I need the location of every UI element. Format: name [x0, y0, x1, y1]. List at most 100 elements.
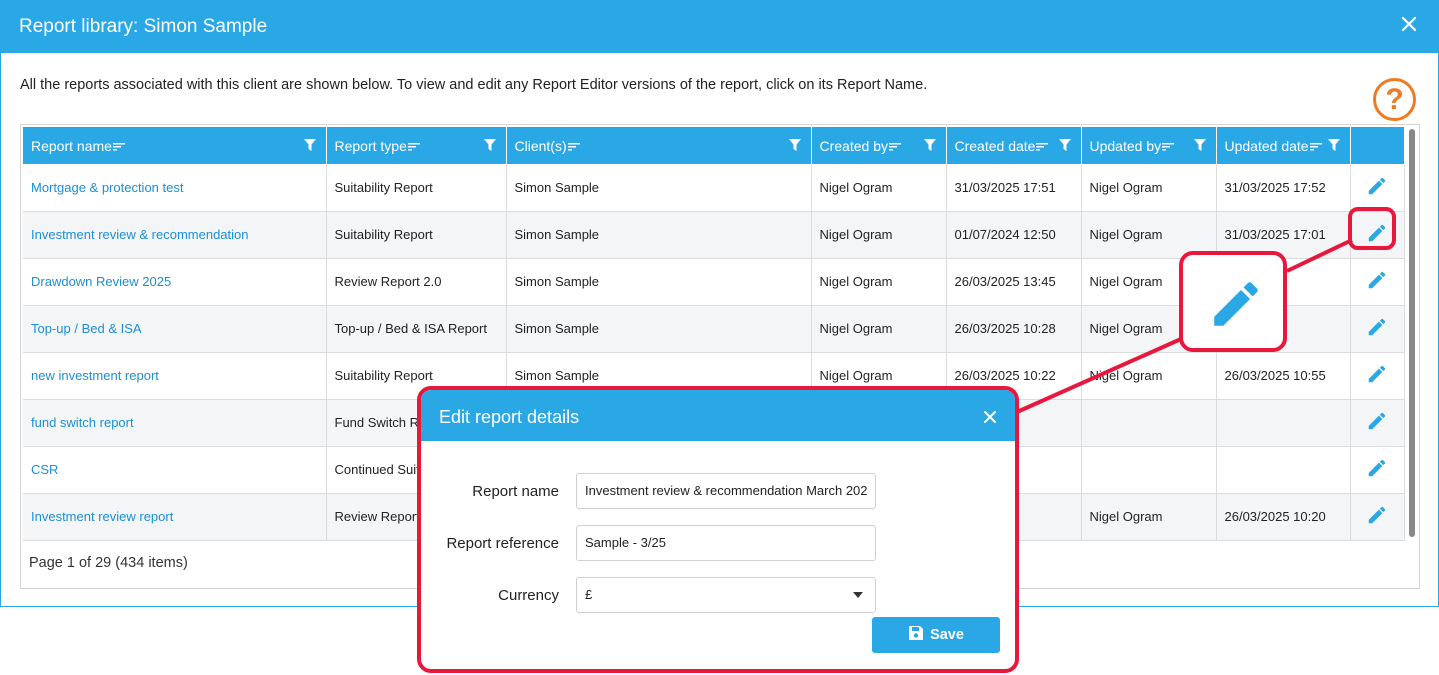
filter-icon[interactable]: [1193, 139, 1206, 152]
column-header-report-name[interactable]: Report name: [23, 127, 327, 164]
report-name-link[interactable]: Drawdown Review 2025: [23, 258, 327, 306]
report-name-link[interactable]: Investment review & recommendation: [23, 211, 327, 259]
column-header-label: Updated by: [1089, 137, 1162, 154]
cell-updated-by: [1081, 399, 1217, 447]
help-icon[interactable]: ?: [1373, 78, 1416, 121]
intro-text: All the reports associated with this cli…: [20, 77, 928, 93]
report-name-link[interactable]: new investment report: [23, 352, 327, 400]
dialog-header: Edit report details: [421, 390, 1015, 441]
pencil-icon[interactable]: [1366, 363, 1388, 385]
pencil-icon[interactable]: [1366, 457, 1388, 479]
column-header-updated-by[interactable]: Updated by: [1081, 127, 1217, 164]
sort-icon[interactable]: [112, 142, 125, 151]
edit-report-button[interactable]: [1350, 446, 1405, 494]
cell-updated-date: 26/03/2025 10:20: [1216, 493, 1351, 541]
pencil-icon[interactable]: [1366, 175, 1388, 197]
column-header-clients[interactable]: Client(s): [506, 127, 812, 164]
column-header-label: Client(s): [514, 137, 567, 154]
column-header-label: Created by: [819, 137, 888, 154]
sort-icon[interactable]: [1162, 142, 1175, 151]
report-name-link[interactable]: Top-up / Bed & ISA: [23, 305, 327, 353]
zoomed-pencil-callout: [1179, 251, 1287, 352]
pencil-icon[interactable]: [1366, 504, 1388, 526]
edit-report-button[interactable]: [1350, 164, 1405, 212]
column-header-created-date[interactable]: Created date: [946, 127, 1082, 164]
floppy-disk-icon: [909, 626, 924, 640]
report-name-link[interactable]: fund switch report: [23, 399, 327, 447]
column-header-updated-date[interactable]: Updated date: [1216, 127, 1351, 164]
window-titlebar: Report library: Simon Sample: [1, 1, 1438, 53]
window-title: Report library: Simon Sample: [19, 16, 268, 37]
column-header-label: Updated date: [1224, 137, 1309, 154]
table-row: Mortgage & protection test Suitability Re…: [23, 164, 1405, 212]
cell-report-type: Suitability Report: [326, 164, 507, 212]
cell-clients: Simon Sample: [506, 305, 812, 353]
chevron-down-icon: [853, 592, 863, 598]
column-header-created-by[interactable]: Created by: [811, 127, 947, 164]
cell-clients: Simon Sample: [506, 211, 812, 259]
report-reference-input[interactable]: Sample - 3/25: [576, 525, 876, 561]
column-header-report-type[interactable]: Report type: [326, 127, 507, 164]
save-label: Save: [930, 627, 964, 643]
close-icon[interactable]: [1400, 15, 1418, 33]
filter-icon[interactable]: [1327, 139, 1340, 152]
pencil-icon[interactable]: [1366, 316, 1388, 338]
report-name-input[interactable]: Investment review & recommendation March…: [576, 473, 876, 509]
sort-icon[interactable]: [888, 142, 901, 151]
cell-report-type: Review Report 2.0: [326, 258, 507, 306]
cell-updated-date: [1216, 399, 1351, 447]
sort-icon[interactable]: [567, 142, 580, 151]
cell-created-by: Nigel Ogram: [811, 305, 947, 353]
currency-select[interactable]: £: [576, 577, 876, 613]
column-header-label: Report type: [334, 137, 407, 154]
cell-report-type: Suitability Report: [326, 211, 507, 259]
filter-icon[interactable]: [1058, 139, 1071, 152]
filter-icon[interactable]: [303, 139, 316, 152]
cell-clients: Simon Sample: [506, 164, 812, 212]
report-reference-label: Report reference: [446, 535, 559, 552]
cell-report-type: Top-up / Bed & ISA Report: [326, 305, 507, 353]
edit-report-button[interactable]: [1350, 493, 1405, 541]
cell-updated-date: [1216, 446, 1351, 494]
close-icon[interactable]: [983, 410, 997, 424]
edit-report-button[interactable]: [1350, 399, 1405, 447]
cell-updated-by: [1081, 446, 1217, 494]
edit-icon-highlight: [1348, 207, 1396, 250]
table-header-row: Report name Report type Client(s) Created b…: [23, 127, 1405, 164]
cell-created-date: 31/03/2025 17:51: [946, 164, 1082, 212]
cell-created-by: Nigel Ogram: [811, 258, 947, 306]
cell-created-date: 26/03/2025 13:45: [946, 258, 1082, 306]
report-name-link[interactable]: CSR: [23, 446, 327, 494]
pager-summary: Page 1 of 29 (434 items): [29, 555, 188, 571]
cell-created-date: 01/07/2024 12:50: [946, 211, 1082, 259]
pencil-icon[interactable]: [1366, 410, 1388, 432]
cell-updated-by: Nigel Ogram: [1081, 352, 1217, 400]
save-button[interactable]: Save: [872, 617, 1000, 653]
column-header-actions: [1350, 127, 1405, 164]
cell-updated-date: 26/03/2025 10:55: [1216, 352, 1351, 400]
report-name-label: Report name: [472, 483, 559, 500]
edit-report-dialog: Edit report details Report name Investme…: [417, 386, 1019, 673]
cell-created-by: Nigel Ogram: [811, 211, 947, 259]
dialog-title: Edit report details: [439, 407, 580, 427]
sort-icon[interactable]: [407, 142, 420, 151]
report-name-link[interactable]: Investment review report: [23, 493, 327, 541]
column-header-label: Created date: [954, 137, 1036, 154]
filter-icon[interactable]: [923, 139, 936, 152]
pencil-icon: [1214, 282, 1258, 326]
pencil-icon[interactable]: [1366, 269, 1388, 291]
edit-report-button[interactable]: [1350, 305, 1405, 353]
currency-label: Currency: [498, 587, 559, 604]
column-header-label: Report name: [31, 137, 112, 154]
sort-icon[interactable]: [1309, 142, 1322, 151]
sort-icon[interactable]: [1036, 142, 1049, 151]
cell-updated-by: Nigel Ogram: [1081, 493, 1217, 541]
cell-created-by: Nigel Ogram: [811, 164, 947, 212]
currency-value: £: [585, 587, 593, 602]
filter-icon[interactable]: [483, 139, 496, 152]
edit-report-button[interactable]: [1350, 352, 1405, 400]
vertical-scrollbar[interactable]: [1409, 129, 1415, 537]
filter-icon[interactable]: [788, 139, 801, 152]
report-name-link[interactable]: Mortgage & protection test: [23, 164, 327, 212]
edit-report-button[interactable]: [1350, 258, 1405, 306]
